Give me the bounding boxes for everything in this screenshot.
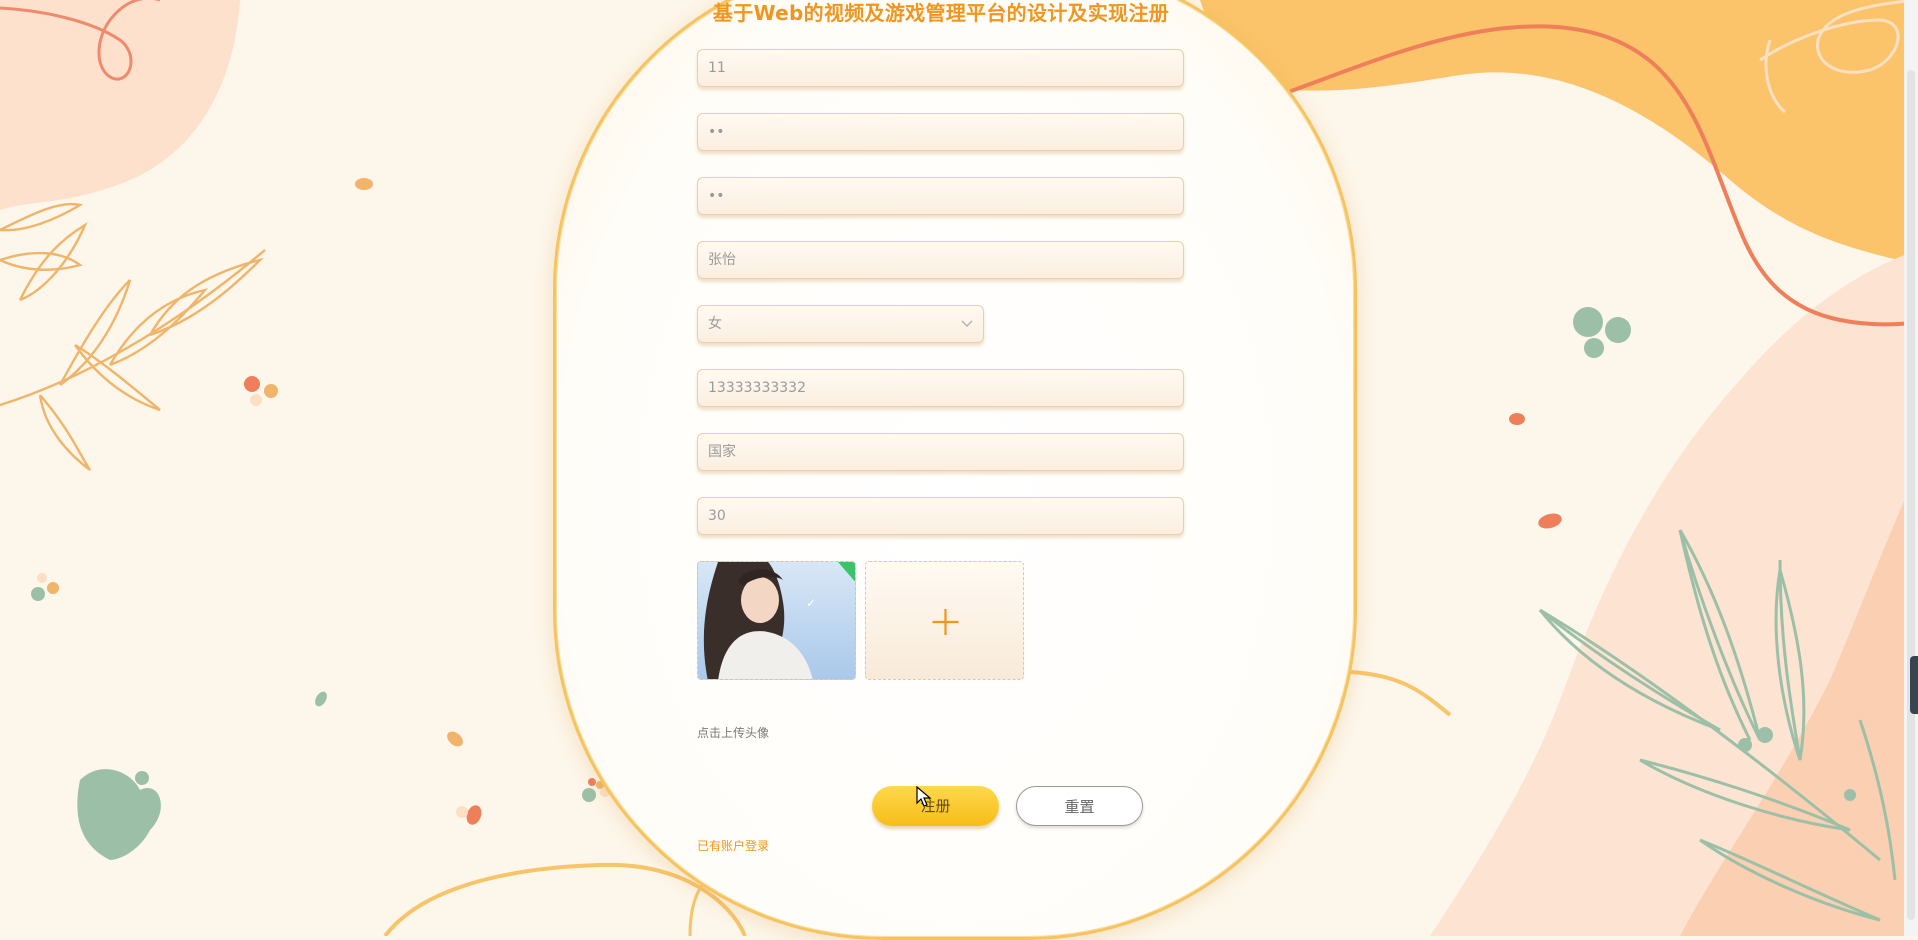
phone-input[interactable]: 13333333332 [697,369,1184,407]
page-title: 基于Web的视频及游戏管理平台的设计及实现注册 [712,1,1170,25]
avatar-image [698,562,855,679]
upload-avatar-button[interactable] [865,561,1024,680]
page-scrollbar[interactable] [1904,0,1918,936]
confirm-password-input[interactable]: •• [697,177,1184,215]
gender-select-value: 女 [708,316,722,332]
gender-select[interactable]: 女 [697,305,984,343]
scrollbar-thumb[interactable] [1907,70,1915,920]
chevron-down-icon [961,320,973,327]
avatar-thumbnail[interactable]: ✓ [697,561,856,680]
register-button[interactable]: 注册 [872,786,999,826]
side-panel-handle[interactable] [1910,656,1918,714]
login-link[interactable]: 已有账户登录 [697,837,769,854]
mouse-cursor-icon [916,786,932,807]
check-icon: ✓ [806,596,817,610]
account-input[interactable]: 11 [697,49,1184,87]
reset-button[interactable]: 重置 [1016,786,1143,826]
plus-icon [932,609,959,635]
password-input[interactable]: •• [697,113,1184,151]
upload-hint: 点击上传头像 [697,726,770,740]
country-input[interactable]: 国家 [697,433,1184,471]
age-input[interactable]: 30 [697,497,1184,535]
name-input[interactable]: 张怡 [697,241,1184,279]
